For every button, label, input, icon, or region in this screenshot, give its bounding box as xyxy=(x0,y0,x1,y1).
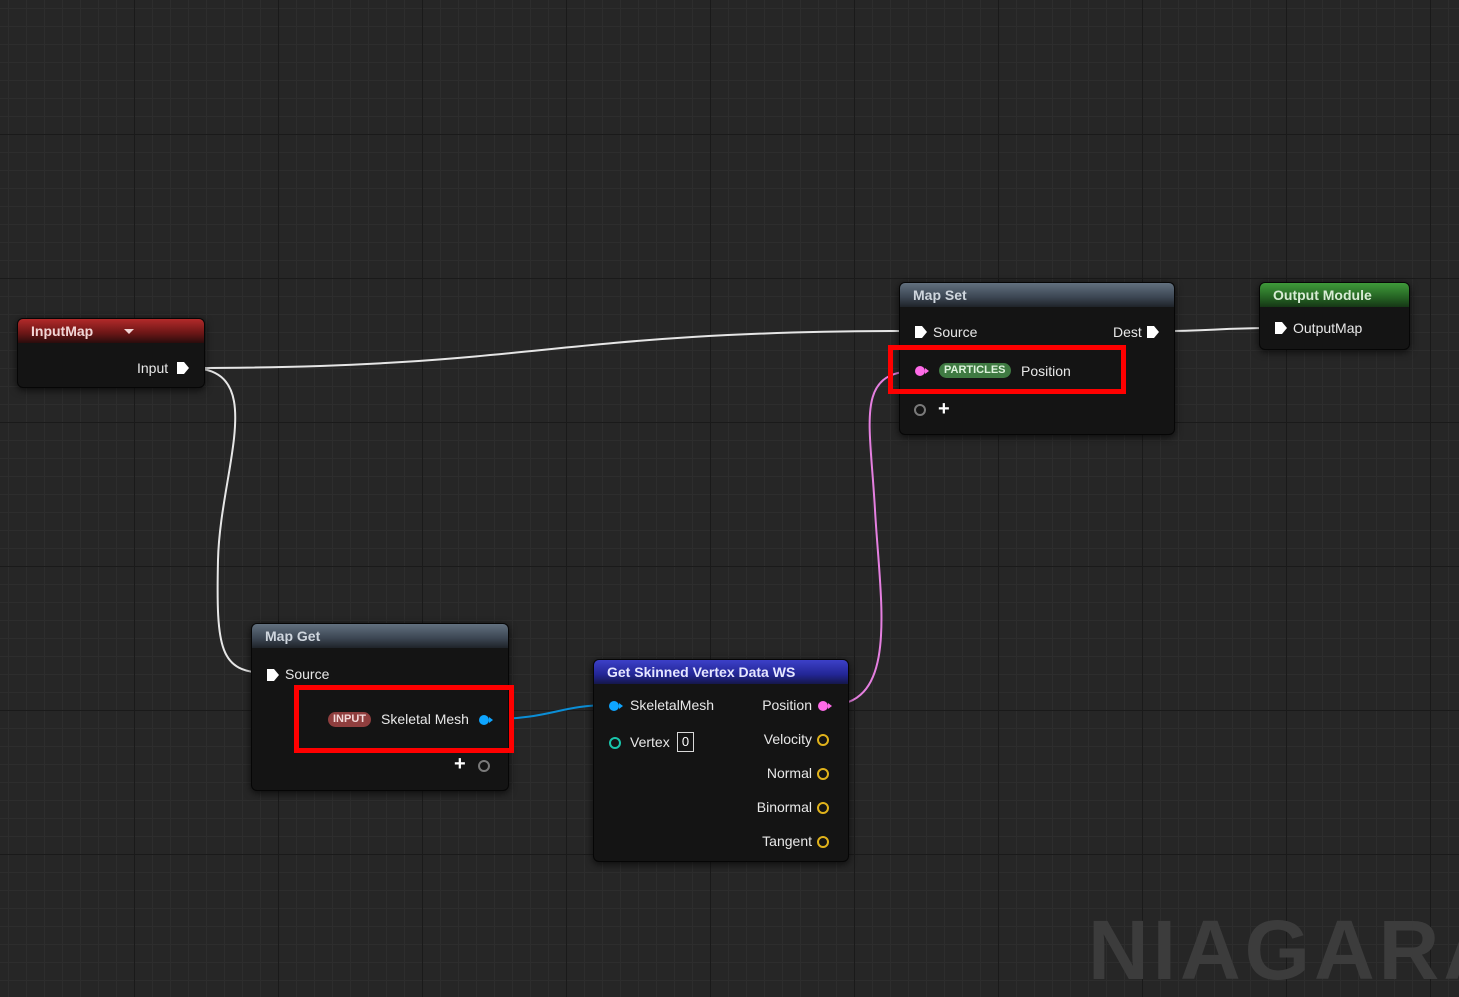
input-map-header[interactable]: InputMap xyxy=(18,319,204,343)
velocity-output-label: Velocity xyxy=(763,731,812,747)
map-get-title: Map Get xyxy=(265,628,321,644)
map-set-header[interactable]: Map Set xyxy=(900,283,1174,307)
vertex-value-field[interactable]: 0 xyxy=(677,732,694,752)
tangent-output-pin-icon[interactable] xyxy=(817,836,829,848)
map-set-title: Map Set xyxy=(913,287,967,303)
input-map-title: InputMap xyxy=(31,323,94,339)
skeletal-mesh-highlight-box xyxy=(294,685,514,753)
binormal-output-pin-icon[interactable] xyxy=(817,802,829,814)
get-skinned-vertex-data-header[interactable]: Get Skinned Vertex Data WS xyxy=(594,660,848,684)
map-set-source-exec-pin-icon[interactable] xyxy=(914,325,928,339)
add-pin-ring-icon[interactable] xyxy=(478,760,490,772)
position-output-label: Position xyxy=(762,697,812,713)
output-map-label: OutputMap xyxy=(1293,320,1363,336)
map-get-source-exec-pin-icon[interactable] xyxy=(266,668,280,682)
velocity-output-pin-icon[interactable] xyxy=(817,734,829,746)
input-exec-pin-icon[interactable] xyxy=(176,361,190,375)
map-get-source-label: Source xyxy=(285,666,330,682)
map-set-dest-label: Dest xyxy=(1113,324,1142,340)
dropdown-arrow-icon[interactable] xyxy=(124,329,134,334)
map-get-header[interactable]: Map Get xyxy=(252,624,508,648)
normal-output-label: Normal xyxy=(766,765,812,781)
wire-input-to-source xyxy=(189,330,913,369)
map-set-dest-exec-pin-icon[interactable] xyxy=(1146,325,1160,339)
binormal-output-label: Binormal xyxy=(756,799,812,815)
vertex-input-label: Vertex xyxy=(630,734,670,750)
output-map-exec-pin-icon[interactable] xyxy=(1274,321,1288,335)
niagara-watermark: NIAGARA xyxy=(1088,903,1459,997)
output-module-title: Output Module xyxy=(1273,287,1372,303)
particles-position-highlight-box xyxy=(888,345,1126,394)
position-output-pin-icon[interactable] xyxy=(818,701,832,711)
output-module-node[interactable]: Output Module OutputMap xyxy=(1259,282,1410,350)
skeletal-mesh-input-label: SkeletalMesh xyxy=(630,697,715,713)
vertex-input-pin-icon[interactable] xyxy=(609,737,621,749)
input-pin-label: Input xyxy=(137,360,169,376)
add-pin-plus-icon[interactable]: + xyxy=(454,754,466,774)
input-map-node[interactable]: InputMap Input xyxy=(17,318,205,388)
add-pin-plus-icon[interactable]: + xyxy=(938,399,950,419)
skeletal-mesh-input-pin-icon[interactable] xyxy=(609,701,623,711)
add-pin-ring-icon[interactable] xyxy=(914,404,926,416)
output-module-header[interactable]: Output Module xyxy=(1260,283,1409,307)
map-set-source-label: Source xyxy=(933,324,978,340)
get-skinned-vertex-data-node[interactable]: Get Skinned Vertex Data WS SkeletalMesh … xyxy=(593,659,849,862)
normal-output-pin-icon[interactable] xyxy=(817,768,829,780)
tangent-output-label: Tangent xyxy=(762,833,812,849)
get-skinned-vertex-data-title: Get Skinned Vertex Data WS xyxy=(607,664,796,680)
